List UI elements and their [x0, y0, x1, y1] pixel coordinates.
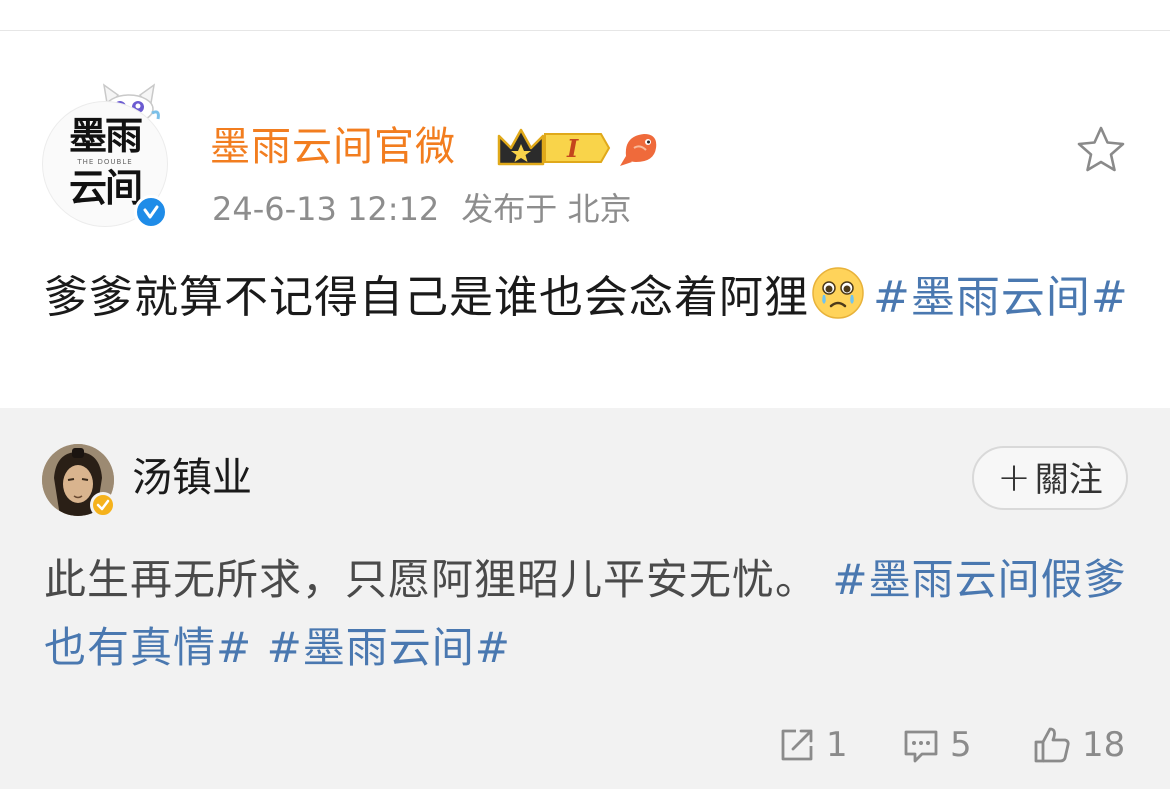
post-text-main: 爹爹就算不记得自己是谁也会念着阿狸 [44, 272, 809, 323]
crown-icon[interactable]: I [495, 126, 611, 170]
repost-card[interactable]: 汤镇业 + 關注 此生再无所求，只愿阿狸昭儿平安无忧。 #墨雨云间假爹也有真情# … [0, 408, 1170, 789]
share-icon [781, 729, 813, 761]
comment-button[interactable]: 5 [902, 723, 972, 767]
follow-button[interactable]: + 關注 [972, 446, 1128, 510]
fish-icon [620, 134, 657, 166]
comment-icon [904, 730, 938, 763]
post-timestamp: 24-6-13 12:12 [212, 190, 440, 228]
author-name[interactable]: 墨雨云间官微 [210, 123, 456, 171]
post-meta: 24-6-13 12:12 发布于 北京 [212, 189, 653, 229]
logo-text-line1: 墨雨 [68, 113, 143, 158]
hashtag-link[interactable]: #墨雨云间# [873, 272, 1129, 323]
verified-gold-icon [90, 492, 116, 518]
action-bar: 1 5 18 [0, 723, 1170, 767]
repost-text-main: 此生再无所求，只愿阿狸昭儿平安无忧。 [44, 555, 819, 604]
verified-icon [134, 195, 168, 229]
plus-icon: + [997, 455, 1031, 501]
star-icon[interactable] [1074, 123, 1128, 177]
author-avatar[interactable]: 墨雨 THE DOUBLE 云间 [42, 79, 168, 229]
like-button[interactable]: 18 [1032, 723, 1125, 767]
like-count: 18 [1082, 725, 1126, 765]
comment-count: 5 [950, 725, 972, 765]
repost-author-name[interactable]: 汤镇业 [132, 454, 252, 502]
thumbs-up-icon [1034, 727, 1070, 763]
level-badge-text: I [566, 134, 579, 163]
repost-text: 此生再无所求，只愿阿狸昭儿平安无忧。 #墨雨云间假爹也有真情# #墨雨云间# [44, 546, 1134, 682]
post-text: 爹爹就算不记得自己是谁也会念着阿狸 #墨雨云间# [44, 263, 1134, 333]
follow-label: 關注 [1034, 460, 1103, 500]
main-post: 墨雨 THE DOUBLE 云间 墨雨云间官微 I 24-6-13 12:12 … [0, 31, 1170, 408]
repost-button[interactable]: 1 [778, 723, 848, 767]
weibo-post-screen: 墨雨 THE DOUBLE 云间 墨雨云间官微 I 24-6-13 12:12 … [0, 0, 1170, 789]
hashtag-link[interactable]: #墨雨云间# [267, 623, 511, 672]
post-location: 发布于 北京 [461, 190, 632, 228]
crying-face-emoji [812, 267, 864, 319]
repost-count: 1 [826, 725, 848, 765]
